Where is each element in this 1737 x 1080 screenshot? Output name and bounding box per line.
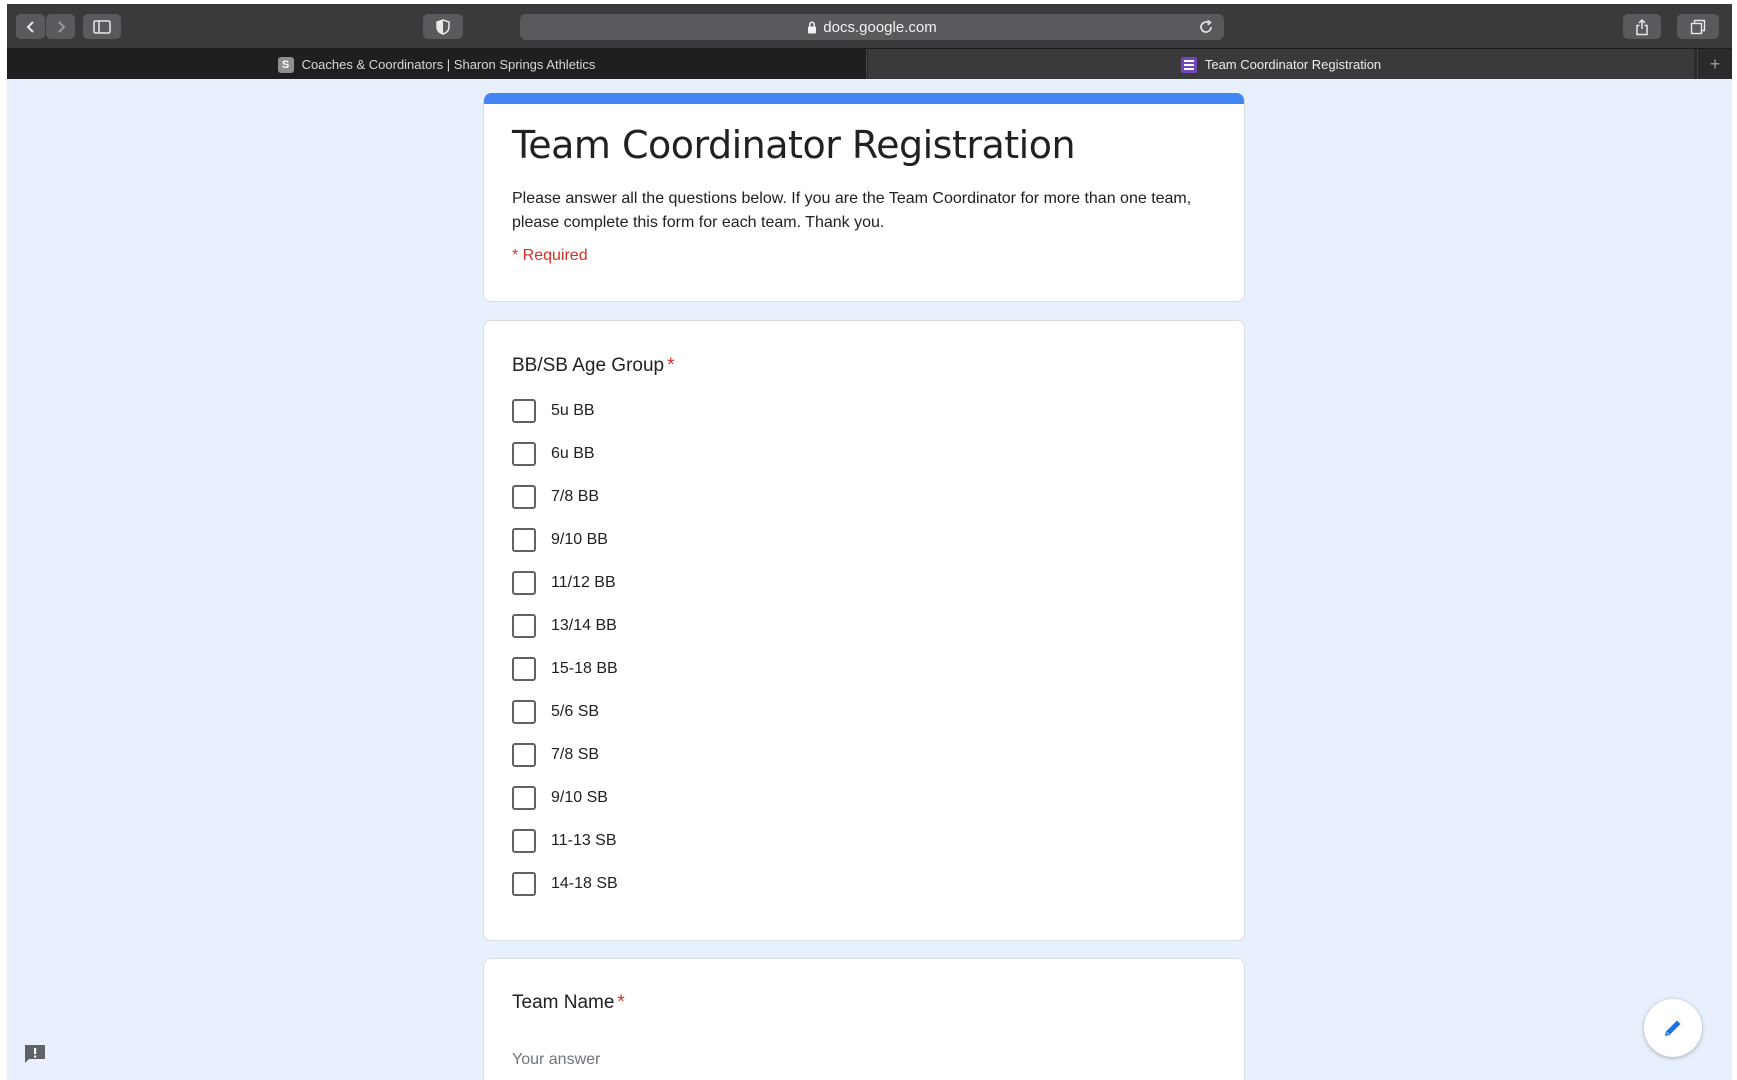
checkbox-label: 6u BB bbox=[551, 445, 595, 462]
checkbox[interactable] bbox=[512, 657, 536, 681]
browser-window: docs.google.com S Coaches & Coordinators… bbox=[7, 4, 1732, 1080]
tab-coaches-coordinators[interactable]: S Coaches & Coordinators | Sharon Spring… bbox=[7, 49, 867, 80]
checkbox[interactable] bbox=[512, 829, 536, 853]
tab-overview-button[interactable] bbox=[1677, 14, 1719, 39]
google-forms-icon bbox=[1180, 56, 1197, 73]
url-text: docs.google.com bbox=[823, 18, 937, 36]
question-card-team-name: Team Name * Your answer bbox=[483, 958, 1245, 1080]
checkbox-label: 11/12 BB bbox=[551, 574, 616, 591]
checkbox-option[interactable]: 7/8 SB bbox=[512, 742, 599, 768]
chevron-left-icon bbox=[26, 20, 34, 33]
checkbox-option[interactable]: 9/10 SB bbox=[512, 785, 608, 811]
edit-button[interactable] bbox=[1644, 999, 1702, 1057]
question-title: BB/SB Age Group * bbox=[512, 355, 675, 377]
checkbox[interactable] bbox=[512, 528, 536, 552]
checkbox-option[interactable]: 15-18 BB bbox=[512, 656, 618, 682]
checkbox-label: 14-18 SB bbox=[551, 875, 618, 892]
checkbox-option[interactable]: 5/6 SB bbox=[512, 699, 599, 725]
checkbox-option[interactable]: 9/10 BB bbox=[512, 527, 608, 553]
required-note: * Required bbox=[512, 247, 588, 264]
address-bar[interactable]: docs.google.com bbox=[520, 14, 1224, 40]
checkbox-label: 9/10 BB bbox=[551, 531, 608, 548]
chevron-right-icon bbox=[57, 20, 65, 33]
checkbox-label: 5/6 SB bbox=[551, 703, 600, 720]
checkbox[interactable] bbox=[512, 700, 536, 724]
checkbox-label: 11-13 SB bbox=[551, 832, 617, 849]
team-name-input[interactable]: Your answer bbox=[512, 1051, 600, 1069]
back-button[interactable] bbox=[16, 14, 45, 39]
tab-label: Team Coordinator Registration bbox=[1204, 57, 1382, 72]
share-icon bbox=[1636, 18, 1648, 35]
sidebar-toggle-button[interactable] bbox=[83, 14, 121, 39]
sidebar-icon bbox=[93, 19, 111, 34]
checkbox[interactable] bbox=[512, 614, 536, 638]
checkbox[interactable] bbox=[512, 743, 536, 767]
pencil-icon bbox=[1665, 1020, 1681, 1036]
question-title-text: BB/SB Age Group bbox=[512, 355, 665, 376]
shield-icon bbox=[436, 18, 450, 35]
checkbox[interactable] bbox=[512, 786, 536, 810]
checkbox[interactable] bbox=[512, 571, 536, 595]
tab-bar: S Coaches & Coordinators | Sharon Spring… bbox=[7, 48, 1732, 80]
share-button[interactable] bbox=[1623, 14, 1661, 39]
form-title: Team Coordinator Registration bbox=[512, 123, 1076, 167]
checkbox-label: 5u BB bbox=[551, 402, 595, 419]
new-tab-button[interactable]: + bbox=[1697, 49, 1732, 80]
tab-label: Coaches & Coordinators | Sharon Springs … bbox=[301, 57, 596, 72]
checkbox[interactable] bbox=[512, 485, 536, 509]
checkbox[interactable] bbox=[512, 872, 536, 896]
checkbox-label: 9/10 SB bbox=[551, 789, 608, 806]
checkbox-option[interactable]: 7/8 BB bbox=[512, 484, 599, 510]
question-title: Team Name * bbox=[512, 992, 625, 1014]
checkbox-label: 15-18 BB bbox=[551, 660, 618, 677]
checkbox-label: 13/14 BB bbox=[551, 617, 617, 634]
question-title-text: Team Name bbox=[512, 992, 615, 1013]
required-asterisk: * bbox=[667, 355, 675, 376]
tab-team-coordinator-registration[interactable]: Team Coordinator Registration bbox=[868, 49, 1694, 80]
site-favicon-icon: S bbox=[277, 56, 294, 73]
checkbox-label: 7/8 SB bbox=[551, 746, 600, 763]
tabs-icon bbox=[1690, 19, 1706, 34]
form-header-card: Team Coordinator Registration Please ans… bbox=[483, 93, 1245, 302]
required-asterisk: * bbox=[617, 992, 625, 1013]
checkbox-label: 7/8 BB bbox=[551, 488, 600, 505]
lock-icon bbox=[808, 21, 817, 33]
checkbox-option[interactable]: 11/12 BB bbox=[512, 570, 616, 596]
checkbox-option[interactable]: 11-13 SB bbox=[512, 828, 617, 854]
checkbox-option[interactable]: 13/14 BB bbox=[512, 613, 617, 639]
checkbox-option[interactable]: 14-18 SB bbox=[512, 871, 618, 897]
form-page: Team Coordinator Registration Please ans… bbox=[7, 79, 1732, 1080]
checkbox[interactable] bbox=[512, 442, 536, 466]
form-description: Please answer all the questions below. I… bbox=[512, 190, 1192, 231]
checkbox-option[interactable]: 5u BB bbox=[512, 398, 595, 424]
checkbox[interactable] bbox=[512, 399, 536, 423]
question-card-age-group: BB/SB Age Group * 5u BB 6u BB 7/8 BB 9/10 BB… bbox=[483, 320, 1245, 941]
header-accent-bar bbox=[484, 93, 1244, 104]
privacy-shield-button[interactable] bbox=[423, 14, 463, 39]
browser-toolbar: docs.google.com bbox=[7, 4, 1732, 48]
checkbox-option[interactable]: 6u BB bbox=[512, 441, 595, 467]
reload-icon[interactable] bbox=[1198, 19, 1214, 35]
report-feedback-icon[interactable] bbox=[23, 1043, 47, 1065]
forward-button[interactable] bbox=[46, 14, 75, 39]
